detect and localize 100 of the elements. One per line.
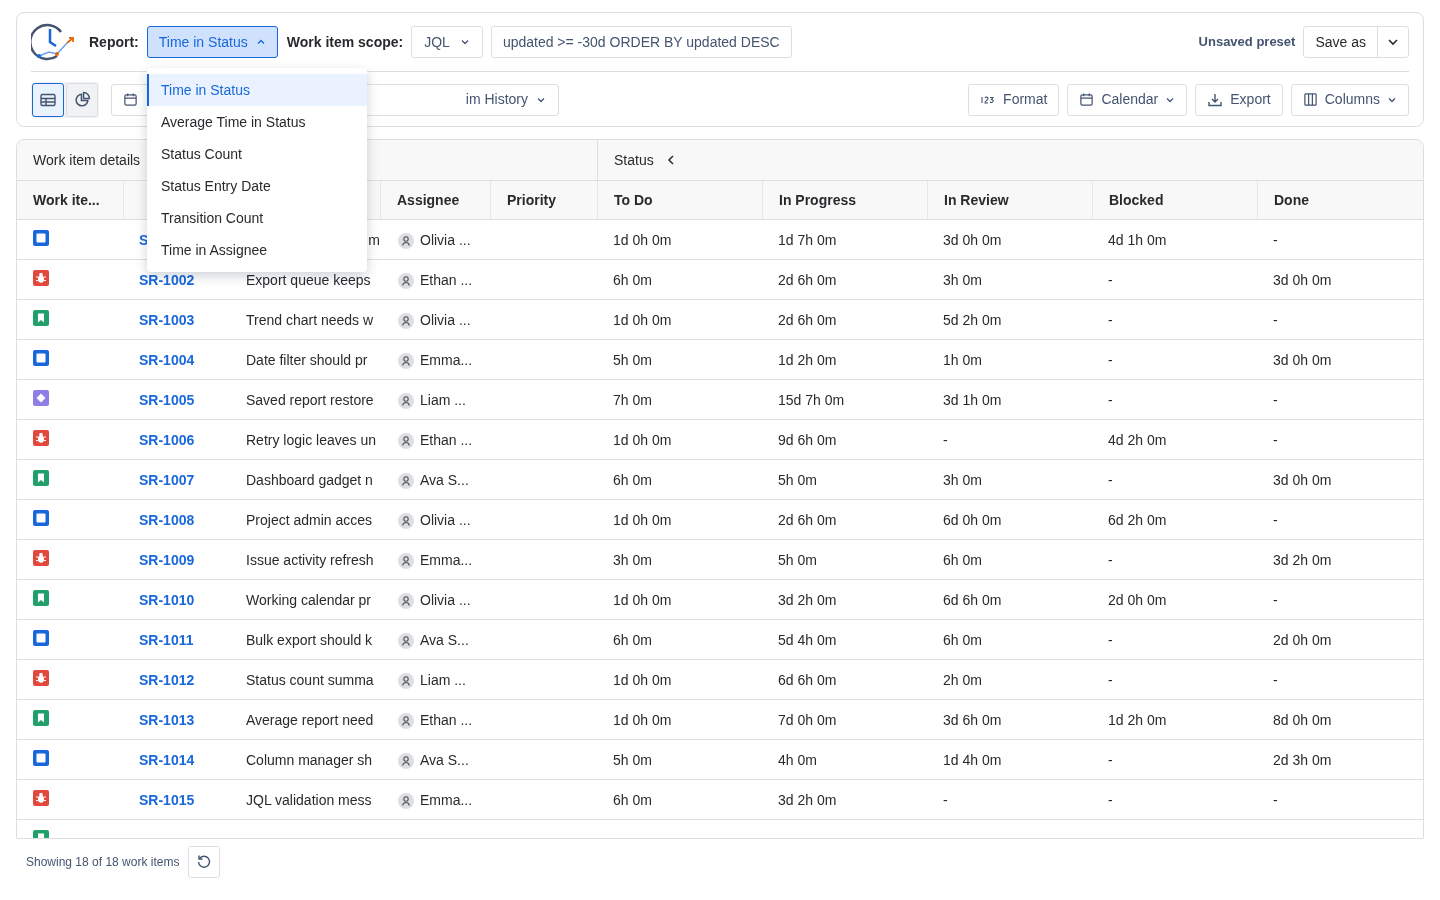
avatar-icon bbox=[398, 432, 414, 449]
work-item-link[interactable]: SR-1011 bbox=[139, 632, 194, 648]
time-cell: 5d 2h 0m bbox=[943, 312, 1002, 328]
task-icon bbox=[33, 350, 49, 366]
chart-view-button[interactable] bbox=[66, 82, 98, 117]
work-item-link[interactable]: SR-1005 bbox=[139, 392, 195, 408]
column-header[interactable]: Assignee bbox=[397, 189, 460, 211]
work-item-link[interactable]: SR-1002 bbox=[139, 272, 195, 288]
time-cell: 6h 0m bbox=[613, 632, 652, 648]
format-button[interactable]: Format bbox=[968, 83, 1060, 116]
number-format-icon bbox=[980, 94, 997, 105]
collapse-icon[interactable] bbox=[665, 154, 676, 166]
work-item-link[interactable]: SR-1014 bbox=[139, 752, 195, 768]
report-label: Report: bbox=[89, 32, 139, 52]
time-cell: - bbox=[1273, 232, 1278, 248]
time-cell: 4h 0m bbox=[778, 752, 817, 768]
time-cell: - bbox=[1273, 672, 1278, 688]
table-view-button[interactable] bbox=[32, 82, 64, 117]
time-cell: 6d 0h 0m bbox=[943, 512, 1002, 528]
work-item-link[interactable]: SR-1006 bbox=[139, 432, 195, 448]
time-cell: 5h 0m bbox=[778, 472, 817, 488]
column-header[interactable]: Work ite... bbox=[33, 189, 100, 211]
assignee-name: Emma... bbox=[420, 351, 473, 370]
bookmark-icon bbox=[33, 590, 49, 606]
save-as-button[interactable]: Save as bbox=[1304, 27, 1378, 57]
time-cell: - bbox=[1108, 392, 1113, 408]
export-button[interactable]: Export bbox=[1195, 83, 1283, 116]
avatar-icon bbox=[398, 752, 414, 769]
time-cell: 2h 0m bbox=[943, 672, 982, 688]
time-cell: 3d 2h 0m bbox=[778, 792, 837, 808]
time-cell: 3d 2h 0m bbox=[1273, 552, 1332, 568]
caret-icon bbox=[255, 37, 266, 47]
time-cell: 3d 0h 0m bbox=[1273, 272, 1332, 288]
bug-icon bbox=[33, 430, 49, 446]
query-field[interactable]: updated >= -30d ORDER BY updated DESC bbox=[490, 26, 792, 58]
time-cell: 3h 0m bbox=[613, 552, 652, 568]
column-header[interactable]: Done bbox=[1274, 189, 1309, 211]
time-cell: 6h 0m bbox=[943, 552, 982, 568]
time-cell: 1d 2h 0m bbox=[778, 352, 837, 368]
time-cell: 6h 0m bbox=[613, 792, 652, 808]
scope-dropdown[interactable]: JQL bbox=[411, 26, 483, 58]
assignee-name: Ethan ... bbox=[420, 711, 473, 730]
summary-cell: Trend chart needs w bbox=[246, 312, 374, 328]
table-view-icon bbox=[39, 91, 57, 108]
time-cell: - bbox=[1108, 752, 1113, 768]
time-cell: 3d 0h 0m bbox=[943, 232, 1002, 248]
report-dropdown[interactable]: Time in Status bbox=[146, 26, 278, 58]
time-cell: - bbox=[1273, 392, 1278, 408]
calendar-button[interactable]: Calendar bbox=[1067, 83, 1188, 116]
reset-button[interactable] bbox=[188, 846, 221, 878]
work-item-link[interactable]: S bbox=[139, 232, 149, 248]
column-header[interactable]: Priority bbox=[507, 189, 556, 211]
work-item-link[interactable]: SR-1015 bbox=[139, 792, 195, 808]
time-cell: - bbox=[943, 432, 948, 448]
summary-cell: Retry logic leaves un bbox=[246, 432, 376, 448]
column-header[interactable]: Blocked bbox=[1109, 189, 1164, 211]
assignee-name: Olivia ... bbox=[420, 231, 471, 250]
time-cell: 1d 0h 0m bbox=[613, 312, 672, 328]
caret-icon bbox=[459, 37, 470, 47]
work-item-link[interactable]: SR-1003 bbox=[139, 312, 195, 328]
menu-item[interactable]: Transition Count bbox=[147, 202, 367, 234]
summary-cell: Issue activity refresh bbox=[246, 552, 374, 568]
scope-label: Work item scope: bbox=[286, 32, 404, 52]
time-cell: - bbox=[1273, 432, 1278, 448]
time-cell: - bbox=[1108, 272, 1113, 288]
avatar-icon bbox=[398, 712, 414, 729]
assignee-name: Emma... bbox=[420, 551, 473, 570]
summary-cell: Average report need bbox=[246, 712, 374, 728]
work-item-link[interactable]: SR-1010 bbox=[139, 592, 195, 608]
summary-cell: Project admin acces bbox=[246, 512, 373, 528]
menu-item[interactable]: Time in Assignee bbox=[147, 234, 367, 266]
work-item-link[interactable]: SR-1009 bbox=[139, 552, 195, 568]
summary-cell: Date filter should pr bbox=[246, 352, 368, 368]
work-item-link[interactable]: SR-1004 bbox=[139, 352, 195, 368]
avatar-icon bbox=[398, 312, 414, 329]
menu-item[interactable]: Status Entry Date bbox=[147, 170, 367, 202]
work-item-link[interactable]: SR-1008 bbox=[139, 512, 195, 528]
summary-cell-text: m bbox=[368, 231, 380, 250]
time-cell: 3d 0h 0m bbox=[1273, 472, 1332, 488]
column-header[interactable]: In Progress bbox=[779, 189, 857, 211]
time-cell: 5d 4h 0m bbox=[778, 632, 837, 648]
column-header[interactable]: In Review bbox=[944, 189, 1009, 211]
avatar-icon bbox=[398, 232, 414, 249]
work-item-link[interactable]: SR-1007 bbox=[139, 472, 195, 488]
work-item-link[interactable]: SR-1013 bbox=[139, 712, 195, 728]
assignee-name: Ethan ... bbox=[420, 271, 473, 290]
avatar-icon bbox=[398, 392, 414, 409]
work-item-link[interactable]: SR-1012 bbox=[139, 672, 195, 688]
menu-item[interactable]: Time in Status bbox=[147, 74, 367, 106]
time-cell: 6h 0m bbox=[613, 272, 652, 288]
assignee-name: Liam ... bbox=[420, 391, 466, 410]
column-header[interactable]: To Do bbox=[614, 189, 653, 211]
time-cell: 1d 0h 0m bbox=[613, 512, 672, 528]
assignee-name: Ava S... bbox=[420, 471, 469, 490]
assignee-name: Ava S... bbox=[420, 631, 469, 650]
time-cell: 1d 0h 0m bbox=[613, 712, 672, 728]
time-cell: 1d 0h 0m bbox=[613, 592, 672, 608]
menu-item[interactable]: Status Count bbox=[147, 138, 367, 170]
time-cell: - bbox=[1273, 512, 1278, 528]
columns-button[interactable]: Columns bbox=[1290, 83, 1409, 116]
